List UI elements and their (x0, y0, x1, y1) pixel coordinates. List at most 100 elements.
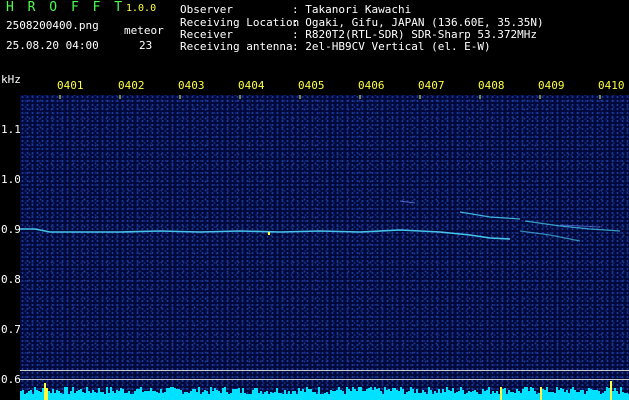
carrier-trace (20, 228, 511, 240)
signal-bar (464, 394, 466, 400)
signal-bar (250, 394, 252, 400)
signal-bar (586, 391, 588, 400)
signal-bar (152, 391, 154, 400)
signal-bar (222, 388, 224, 400)
waterfall-traces (20, 95, 621, 242)
file-name: 2508200400.png (6, 19, 99, 32)
signal-bar (490, 394, 492, 400)
signal-bar (496, 391, 498, 400)
signal-bar (376, 389, 378, 400)
signal-bar (346, 387, 348, 400)
signal-bar (538, 393, 540, 400)
signal-bar (560, 388, 562, 400)
signal-bar (352, 387, 354, 400)
signal-bar (136, 389, 138, 400)
signal-bar (184, 392, 186, 400)
signal-bar (528, 391, 530, 400)
signal-bar (386, 390, 388, 400)
signal-bar (456, 392, 458, 400)
signal-bar (218, 391, 220, 400)
signal-bar (286, 394, 288, 400)
signal-bar (484, 391, 486, 400)
signal-bar (26, 393, 28, 400)
signal-bar (300, 391, 302, 400)
signal-bar (418, 393, 420, 400)
signal-bar (362, 391, 364, 400)
signal-bar (608, 388, 610, 400)
signal-bar (328, 394, 330, 400)
signal-bar (90, 393, 92, 400)
signal-bar (38, 391, 40, 400)
signal-bar (88, 391, 90, 400)
signal-bar (534, 391, 536, 400)
signal-bar (118, 391, 120, 400)
x-tick-label: 0407 (418, 79, 445, 92)
signal-bar (360, 387, 362, 400)
info-observer-value: : Takanori Kawachi (292, 3, 412, 16)
signal-bar (314, 392, 316, 400)
x-tick-label: 0405 (298, 79, 325, 92)
signal-bar (572, 387, 574, 400)
signal-bar (366, 389, 368, 400)
signal-bar (202, 392, 204, 400)
signal-bar (234, 389, 236, 400)
signal-bar (492, 391, 494, 400)
signal-bar (504, 388, 506, 400)
signal-bar (518, 391, 520, 400)
signal-bar (510, 392, 512, 400)
signal-bar (600, 394, 602, 400)
signal-bar (246, 394, 248, 400)
signal-bar (130, 394, 132, 400)
signal-bar (468, 391, 470, 400)
info-antenna-value: : 2el-HB9CV Vertical (el. E-W) (292, 40, 491, 53)
signal-bar (232, 389, 234, 400)
signal-bar (68, 394, 70, 400)
x-tick-label: 0401 (57, 79, 84, 92)
signal-bar (550, 392, 552, 400)
signal-bar (294, 391, 296, 400)
signal-bar (382, 394, 384, 400)
signal-bar (48, 391, 50, 400)
y-tick-label: 0.9 (1, 223, 21, 236)
signal-bar (274, 392, 276, 400)
signal-bar (56, 390, 58, 400)
signal-bar (20, 391, 22, 400)
signal-bar (238, 388, 240, 400)
signal-bar (594, 390, 596, 400)
meteor-trace (519, 230, 581, 242)
signal-bar (522, 389, 524, 400)
signal-level-bars (20, 381, 629, 400)
signal-bar (60, 393, 62, 400)
signal-bar (618, 394, 620, 400)
signal-bar (338, 387, 340, 400)
signal-bar (140, 387, 142, 400)
signal-bar (604, 391, 606, 400)
signal-bar (316, 394, 318, 400)
y-tick-label: 0.6 (1, 373, 21, 386)
signal-bar (182, 394, 184, 400)
signal-bar (132, 394, 134, 400)
signal-bar (128, 391, 130, 400)
signal-bar (374, 387, 376, 400)
signal-bar (542, 389, 544, 400)
signal-bar (506, 394, 508, 400)
signal-bar (264, 392, 266, 400)
signal-bar (30, 390, 32, 400)
signal-bar (186, 392, 188, 400)
signal-bar (220, 393, 222, 400)
signal-bar (148, 391, 150, 400)
signal-bar (320, 394, 322, 400)
signal-bar (570, 389, 572, 400)
x-tick-label: 0406 (358, 79, 385, 92)
signal-bar (102, 392, 104, 400)
signal-bar (100, 392, 102, 400)
signal-bar (566, 390, 568, 400)
signal-bar (564, 392, 566, 400)
signal-bar (434, 391, 436, 400)
signal-bar (466, 393, 468, 400)
signal-bar (610, 381, 612, 400)
signal-bar (86, 387, 88, 400)
signal-bar (216, 390, 218, 400)
signal-bar (308, 389, 310, 400)
signal-bar (284, 390, 286, 400)
